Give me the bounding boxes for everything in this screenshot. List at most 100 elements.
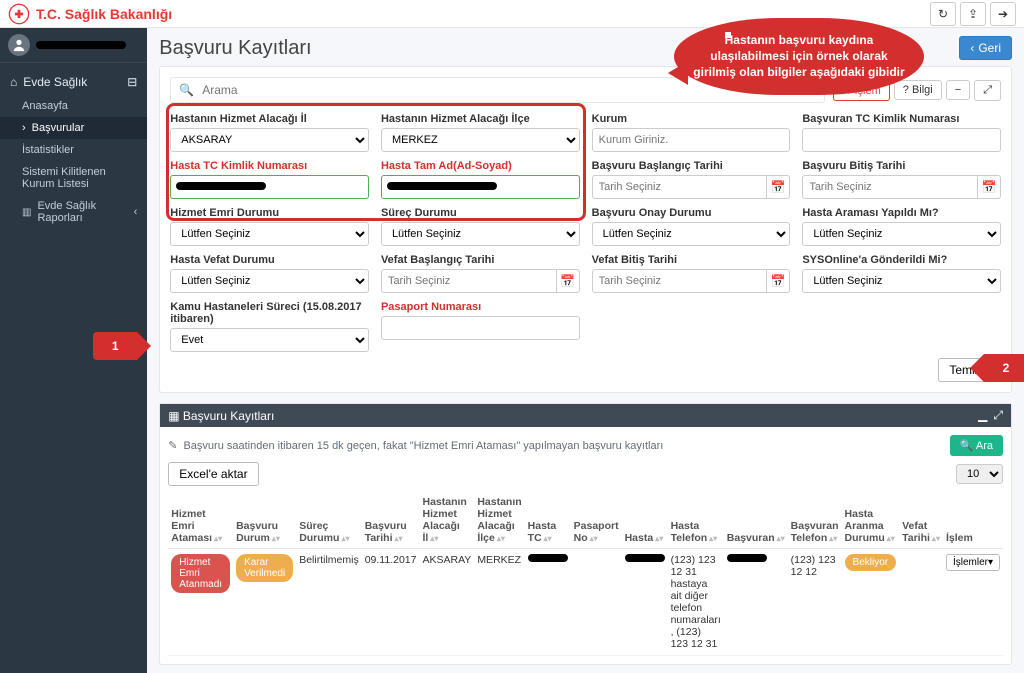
th-durum[interactable]: Başvuru Durum▴▾ — [233, 492, 296, 549]
user-name — [36, 41, 126, 49]
th-btel[interactable]: Başvuran Telefon▴▾ — [788, 492, 842, 549]
pasaport-input[interactable] — [381, 316, 580, 340]
back-button[interactable]: ‹Geri — [959, 36, 1012, 60]
vefat-bas-label: Vefat Başlangıç Tarihi — [381, 254, 580, 266]
vefat-select[interactable]: Lütfen Seçiniz — [170, 269, 369, 293]
th-ilce[interactable]: Hastanın Hizmet Alacağı İlçe▴▾ — [474, 492, 524, 549]
cell-basvuran — [727, 554, 767, 562]
share-button[interactable]: ⇪ — [960, 2, 986, 26]
sidebar-item-anasayfa[interactable]: Anasayfa — [0, 95, 147, 117]
badge-hizmet-emri: Hizmet Emri Atanmadı — [171, 554, 230, 593]
refresh-button[interactable]: ↻ — [930, 2, 956, 26]
cell-tarih: 09.11.2017 — [362, 549, 420, 656]
search-icon: 🔍 — [179, 83, 194, 97]
sidebar-item-raporlar[interactable]: ▥Evde Sağlık Raporları‹ — [0, 195, 147, 229]
hizmet-emri-label: Hizmet Emri Durumu — [170, 207, 369, 219]
basvuran-tc-label: Başvuran TC Kimlik Numarası — [802, 113, 1001, 125]
search-button[interactable]: 🔍 Ara — [950, 435, 1003, 456]
il-select[interactable]: AKSARAY — [170, 128, 369, 152]
th-pasaport[interactable]: Pasaport No▴▾ — [571, 492, 622, 549]
nav-group-header[interactable]: ⌂ Evde Sağlık ⊟ — [0, 69, 147, 95]
results-table: Hizmet Emri Ataması▴▾ Başvuru Durum▴▾ Sü… — [168, 492, 1003, 656]
ilce-label: Hastanın Hizmet Alacağı İlçe — [381, 113, 580, 125]
bitis-tarih-input[interactable] — [802, 175, 978, 199]
il-label: Hastanın Hizmet Alacağı İl — [170, 113, 369, 125]
bas-tarih-label: Başvuru Başlangıç Tarihi — [592, 160, 791, 172]
pasaport-label: Pasaport Numarası — [381, 301, 580, 313]
row-actions-button[interactable]: İşlemler▾ — [946, 554, 1000, 571]
basvuran-tc-input[interactable] — [802, 128, 1001, 152]
filter-card: 🔍 ★ İşlem ? Bilgi − ⤢ Hastanın Hizmet Al… — [159, 66, 1012, 393]
tab-bilgi[interactable]: ? Bilgi — [894, 80, 942, 100]
bas-tarih-input[interactable] — [592, 175, 768, 199]
maximize-button[interactable]: ⤢ — [974, 80, 1001, 101]
badge-basvuru-durum: Karar Verilmedi — [236, 554, 293, 582]
table-row: Hizmet Emri Atanmadı Karar Verilmedi Bel… — [168, 549, 1003, 656]
vefat-label: Hasta Vefat Durumu — [170, 254, 369, 266]
panel-close-icon[interactable]: ⤢ — [993, 408, 1003, 423]
step-marker-1: 1 — [93, 332, 137, 360]
th-islem: İşlem — [943, 492, 1003, 549]
surec-select[interactable]: Lütfen Seçiniz — [381, 222, 580, 246]
panel-min-icon[interactable]: ▁ — [978, 408, 987, 423]
th-basvuran[interactable]: Başvuran▴▾ — [724, 492, 788, 549]
results-panel: ▦ Başvuru Kayıtları ▁ ⤢ ✎Başvuru saatinde… — [159, 403, 1012, 665]
hasta-tc-label: Hasta TC Kimlik Numarası — [170, 160, 369, 172]
brand: T.C. Sağlık Bakanlığı — [8, 3, 172, 25]
step-marker-2: 2 — [984, 354, 1024, 382]
cell-basvuran-tel: (123) 123 12 12 — [788, 549, 842, 656]
cell-hasta-tel: (123) 123 12 31 hastaya ait diğer telefo… — [668, 549, 724, 656]
cell-ilce: MERKEZ — [474, 549, 524, 656]
khs-label: Kamu Hastaneleri Süreci (15.08.2017 itib… — [170, 301, 369, 325]
calendar-icon[interactable]: 📅 — [767, 269, 790, 293]
cell-vefat — [899, 549, 943, 656]
sidebar-item-istatistikler[interactable]: İstatistikler — [0, 139, 147, 161]
th-tarih[interactable]: Başvuru Tarihi▴▾ — [362, 492, 420, 549]
badge-aranma: Bekliyor — [845, 554, 897, 571]
th-tel[interactable]: Hasta Telefon▴▾ — [668, 492, 724, 549]
arama-select[interactable]: Lütfen Seçiniz — [802, 222, 1001, 246]
panel-note: ✎Başvuru saatinden itibaren 15 dk geçen,… — [168, 439, 663, 452]
logout-button[interactable]: ➔ — [990, 2, 1016, 26]
kurum-label: Kurum — [592, 113, 791, 125]
th-hastatc[interactable]: Hasta TC▴▾ — [525, 492, 571, 549]
th-aranma[interactable]: Hasta Aranma Durumu▴▾ — [842, 492, 900, 549]
calendar-icon[interactable]: 📅 — [767, 175, 790, 199]
th-hizmet[interactable]: Hizmet Emri Ataması▴▾ — [168, 492, 233, 549]
th-surec[interactable]: Süreç Durumu▴▾ — [296, 492, 362, 549]
edit-icon: ✎ — [168, 439, 177, 452]
sys-label: SYSOnline'a Gönderildi Mi? — [802, 254, 1001, 266]
calendar-icon[interactable]: 📅 — [978, 175, 1001, 199]
onay-select[interactable]: Lütfen Seçiniz — [592, 222, 791, 246]
onay-label: Başvuru Onay Durumu — [592, 207, 791, 219]
vefat-bit-input[interactable] — [592, 269, 768, 293]
hizmet-emri-select[interactable]: Lütfen Seçiniz — [170, 222, 369, 246]
minimize-button[interactable]: − — [946, 80, 970, 100]
kurum-input[interactable] — [592, 128, 791, 152]
bitis-tarih-label: Başvuru Bitiş Tarihi — [802, 160, 1001, 172]
th-hasta[interactable]: Hasta▴▾ — [622, 492, 668, 549]
cell-hasta — [625, 554, 665, 562]
page-size-select[interactable]: 10 — [956, 464, 1003, 484]
page-title: Başvuru Kayıtları — [159, 37, 311, 60]
vefat-bas-input[interactable] — [381, 269, 557, 293]
sidebar-item-kilitlenen[interactable]: Sistemi Kilitlenen Kurum Listesi — [0, 161, 147, 195]
hasta-ad-label: Hasta Tam Ad(Ad-Soyad) — [381, 160, 580, 172]
sidebar-item-basvurular[interactable]: ›Başvurular — [0, 117, 147, 139]
excel-export-button[interactable]: Excel'e aktar — [168, 462, 258, 486]
cell-pasaport — [571, 549, 622, 656]
calendar-icon[interactable]: 📅 — [557, 269, 580, 293]
avatar — [8, 34, 30, 56]
vefat-bit-label: Vefat Bitiş Tarihi — [592, 254, 791, 266]
cell-il: AKSARAY — [419, 549, 474, 656]
sys-select[interactable]: Lütfen Seçiniz — [802, 269, 1001, 293]
ilce-select[interactable]: MERKEZ — [381, 128, 580, 152]
arama-label: Hasta Araması Yapıldı Mı? — [802, 207, 1001, 219]
callout-tooltip: Hastanın başvuru kaydına ulaşılabilmesi … — [674, 18, 924, 95]
th-il[interactable]: Hastanın Hizmet Alacağı İl▴▾ — [419, 492, 474, 549]
th-vefat[interactable]: Vefat Tarihi▴▾ — [899, 492, 943, 549]
cell-surec: Belirtilmemiş — [296, 549, 362, 656]
cell-hasta-tc — [528, 554, 568, 562]
khs-select[interactable]: Evet — [170, 328, 369, 352]
panel-title: ▦ Başvuru Kayıtları — [168, 409, 274, 423]
